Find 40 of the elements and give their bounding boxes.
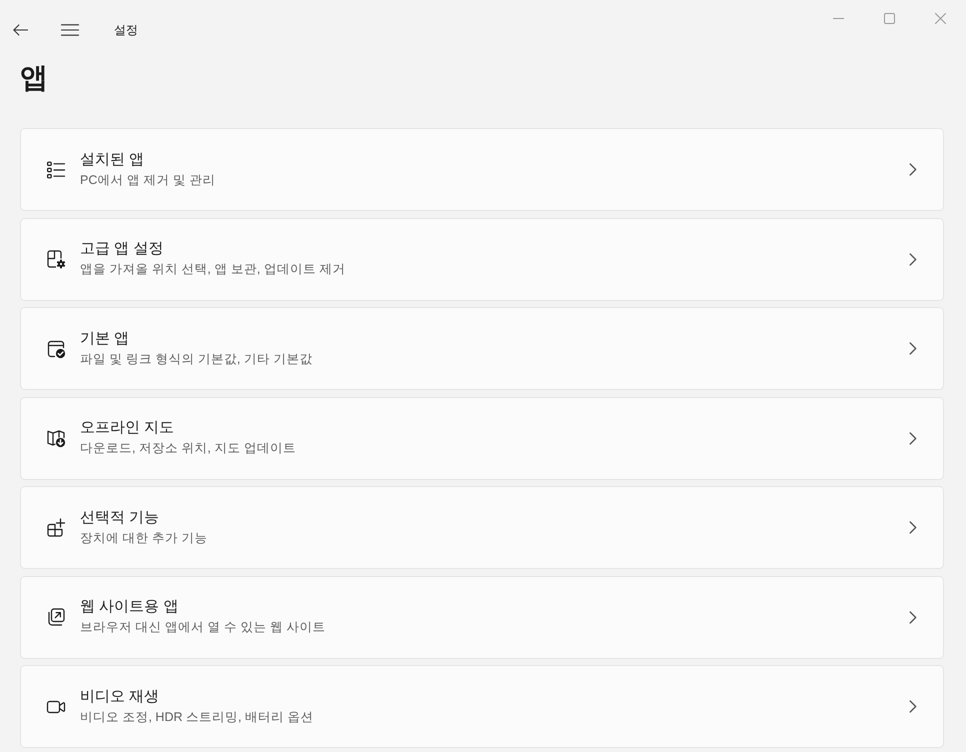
menu-icon (61, 24, 79, 36)
list-icon (46, 160, 66, 180)
window-title: 설정 (114, 22, 138, 38)
chevron-right-icon (909, 163, 917, 176)
window-gear-icon (46, 249, 66, 269)
card-title: 고급 앱 설정 (80, 239, 164, 259)
close-icon (935, 12, 946, 24)
map-download-icon (46, 428, 66, 448)
maximize-icon (884, 12, 895, 24)
card-title: 웹 사이트용 앱 (80, 597, 178, 617)
card-description: 앱을 가져올 위치 선택, 앱 보관, 업데이트 제거 (80, 261, 346, 278)
back-arrow-icon (12, 24, 28, 36)
card-description: 파일 및 링크 형식의 기본값, 기타 기본값 (80, 350, 312, 368)
chevron-right-icon (909, 521, 917, 534)
grid-plus-icon (46, 518, 66, 538)
chevron-right-icon (909, 342, 917, 355)
card-title: 비디오 재생 (80, 686, 160, 706)
chevron-right-icon (909, 432, 917, 444)
card-description: 장치에 대한 추가 기능 (80, 530, 208, 546)
settings-card[interactable]: 고급 앱 설정 앱을 가져올 위치 선택, 앱 보관, 업데이트 제거 (20, 218, 944, 300)
card-title: 설치된 앱 (80, 150, 144, 170)
settings-card[interactable]: 선택적 기능 장치에 대한 추가 기능 (20, 486, 944, 569)
card-description: PC에서 앱 제거 및 관리 (80, 172, 216, 188)
card-description: 비디오 조정, HDR 스트리밍, 배터리 옵션 (80, 708, 314, 726)
chevron-right-icon (909, 610, 917, 624)
card-title: 기본 앱 (80, 328, 130, 348)
settings-card[interactable]: 비디오 재생 비디오 조정, HDR 스트리밍, 배터리 옵션 (20, 665, 944, 748)
page-title: 앱 (20, 61, 48, 95)
card-description: 다운로드, 저장소 위치, 지도 업데이트 (80, 440, 296, 457)
chevron-right-icon (909, 252, 917, 266)
card-title: 오프라인 지도 (80, 418, 174, 438)
settings-card[interactable]: 기본 앱 파일 및 링크 형식의 기본값, 기타 기본값 (20, 307, 944, 390)
settings-card[interactable]: 웹 사이트용 앱 브라우저 대신 앱에서 열 수 있는 웹 사이트 (20, 576, 944, 658)
window-check-icon (46, 338, 66, 358)
chevron-right-icon (909, 700, 917, 713)
settings-card[interactable]: 설치된 앱 PC에서 앱 제거 및 관리 (20, 128, 944, 211)
card-title: 선택적 기능 (80, 508, 160, 528)
settings-card[interactable]: 오프라인 지도 다운로드, 저장소 위치, 지도 업데이트 (20, 396, 944, 480)
window-arrow-icon (46, 607, 66, 627)
card-description: 브라우저 대신 앱에서 열 수 있는 웹 사이트 (80, 619, 326, 636)
